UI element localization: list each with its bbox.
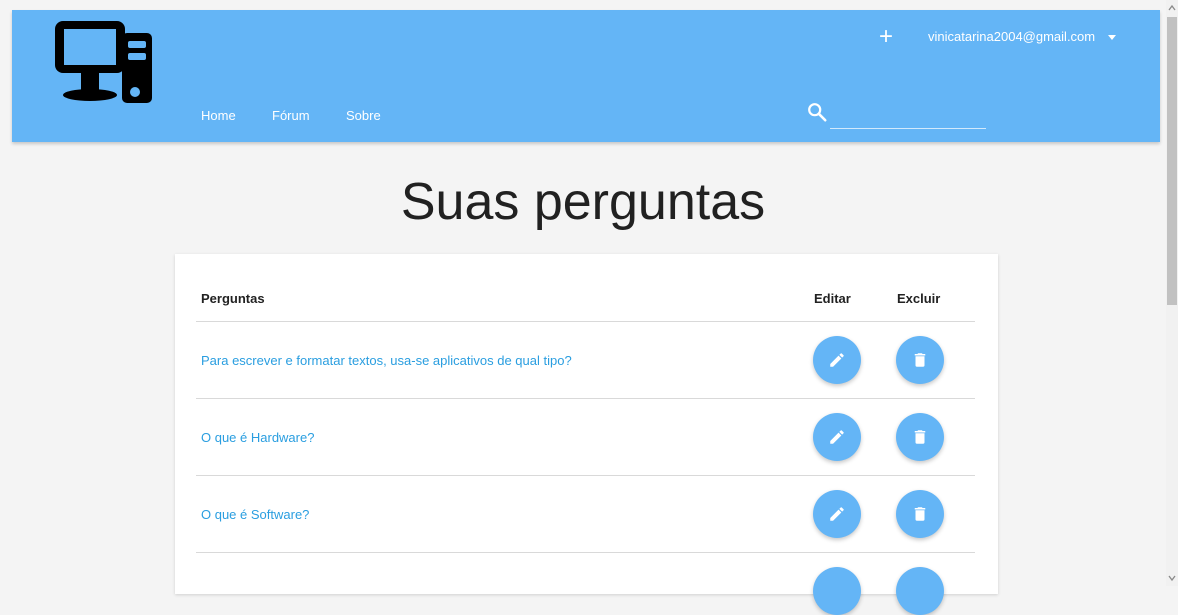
nav-link-forum[interactable]: Fórum bbox=[272, 108, 310, 123]
trash-icon bbox=[914, 507, 926, 521]
delete-button-1[interactable] bbox=[896, 336, 944, 384]
desktop-computer-logo-icon[interactable] bbox=[52, 17, 152, 103]
question-link-2[interactable]: O que é Hardware? bbox=[201, 430, 314, 445]
column-header-editar: Editar bbox=[814, 291, 851, 306]
header-divider bbox=[196, 321, 975, 322]
trash-icon bbox=[914, 430, 926, 444]
nav-link-sobre[interactable]: Sobre bbox=[346, 108, 381, 123]
row-divider bbox=[196, 475, 975, 476]
search-input[interactable] bbox=[830, 108, 986, 129]
user-dropdown[interactable]: vinicatarina2004@gmail.com bbox=[928, 29, 1117, 44]
edit-button-2[interactable] bbox=[813, 413, 861, 461]
scroll-down-arrow-icon[interactable] bbox=[1167, 573, 1177, 583]
row-divider bbox=[196, 552, 975, 553]
scroll-up-arrow-icon[interactable] bbox=[1167, 3, 1177, 13]
delete-button-4[interactable] bbox=[896, 567, 944, 615]
question-link-1[interactable]: Para escrever e formatar textos, usa-se … bbox=[201, 353, 572, 368]
column-header-excluir: Excluir bbox=[897, 291, 941, 306]
column-header-perguntas: Perguntas bbox=[201, 291, 265, 306]
caret-down-icon bbox=[1108, 35, 1117, 41]
edit-button-1[interactable] bbox=[813, 336, 861, 384]
pencil-icon bbox=[830, 353, 844, 367]
nav-link-home[interactable]: Home bbox=[201, 108, 236, 123]
plus-icon: + bbox=[878, 23, 893, 50]
edit-button-3[interactable] bbox=[813, 490, 861, 538]
trash-icon bbox=[914, 353, 926, 367]
scrollbar-thumb[interactable] bbox=[1167, 17, 1177, 305]
delete-button-3[interactable] bbox=[896, 490, 944, 538]
edit-button-4[interactable] bbox=[813, 567, 861, 615]
pencil-icon bbox=[830, 430, 844, 444]
navbar: Home Fórum Sobre + vinicatarina2004@gmai… bbox=[12, 10, 1160, 142]
delete-button-2[interactable] bbox=[896, 413, 944, 461]
user-email: vinicatarina2004@gmail.com bbox=[928, 29, 1096, 44]
pencil-icon bbox=[830, 507, 844, 521]
search-icon[interactable] bbox=[806, 101, 828, 123]
question-link-3[interactable]: O que é Software? bbox=[201, 507, 309, 522]
row-divider bbox=[196, 398, 975, 399]
page-title: Suas perguntas bbox=[400, 173, 766, 231]
add-question-button[interactable]: + bbox=[876, 25, 896, 49]
questions-table-card: Perguntas Editar Excluir Para escrever e… bbox=[175, 254, 998, 615]
